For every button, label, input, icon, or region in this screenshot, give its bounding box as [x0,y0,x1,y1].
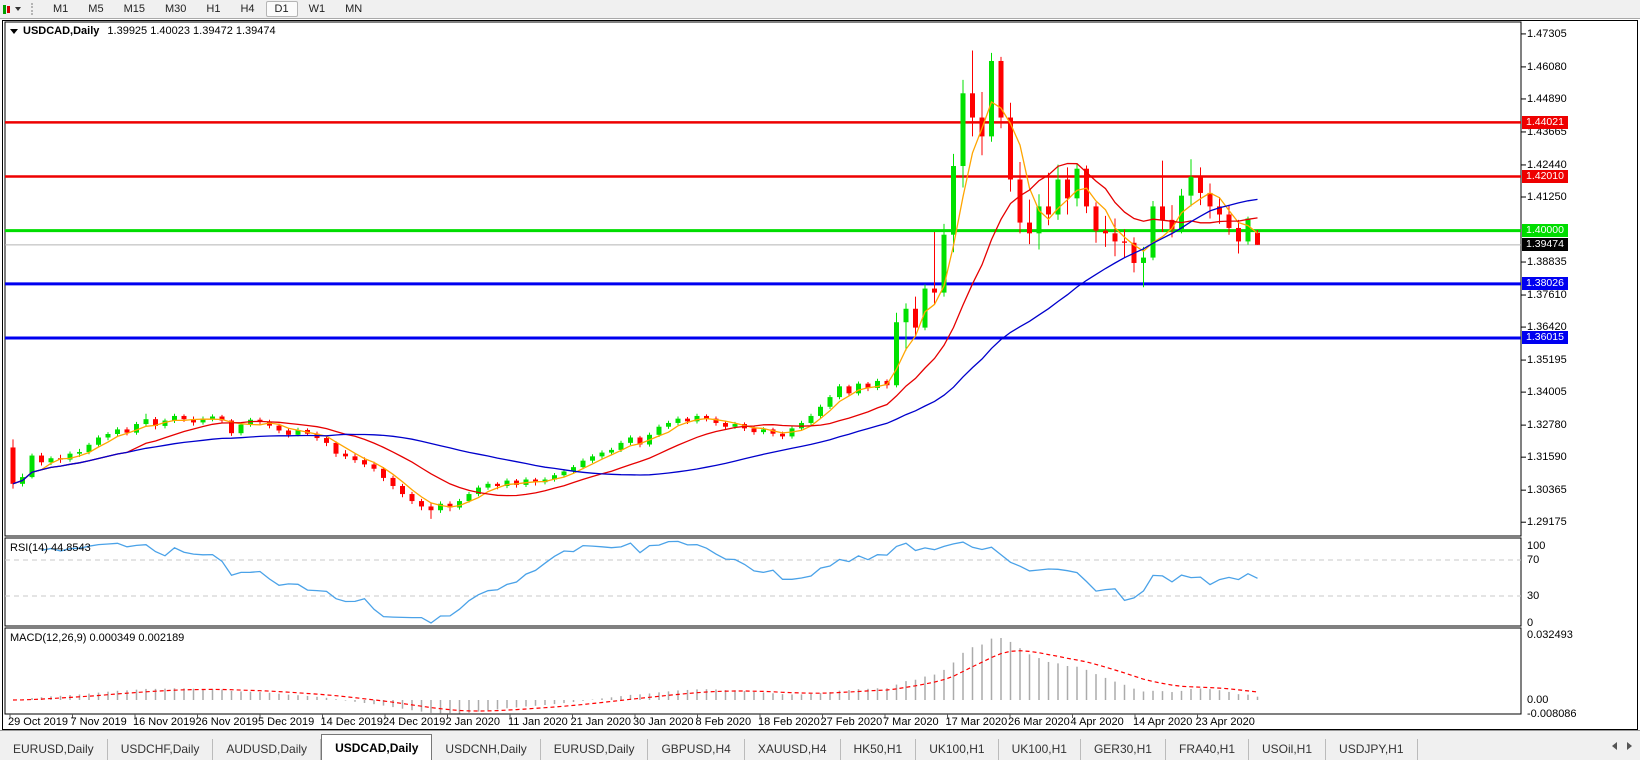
chart-style-icon[interactable] [3,5,21,14]
timeframe-button-m1[interactable]: M1 [44,1,77,17]
chart-tab[interactable]: AUDUSD,Daily [213,739,321,760]
collapse-triangle-icon[interactable] [10,29,18,34]
chart-ohlc-values: 1.39925 1.40023 1.39472 1.39474 [107,25,275,37]
chart-tab[interactable]: XAUUSD,H4 [745,739,841,760]
bear-candle-glyph [7,6,10,13]
timeframe-button-m30[interactable]: M30 [156,1,195,17]
chart-tab[interactable]: USDCNH,Daily [432,739,540,760]
chart-tab[interactable]: USDJPY,H1 [1326,739,1417,760]
tab-scroll-arrows [1612,731,1640,760]
chart-tab[interactable]: HK50,H1 [841,739,917,760]
chart-tab[interactable]: USOil,H1 [1249,739,1326,760]
chart-tab[interactable]: EURUSD,Daily [541,739,649,760]
chart-tab[interactable]: USDCAD,Daily [321,734,432,760]
scroll-left-icon[interactable] [1612,742,1617,750]
terminal-window: M1M5M15M30H1H4D1W1MN USDCAD,Daily 1.3992… [0,0,1640,760]
symbol-tab-bar: EURUSD,DailyUSDCHF,DailyAUDUSD,DailyUSDC… [0,730,1640,760]
macd-label: MACD(12,26,9) 0.000349 0.002189 [10,632,184,644]
chart-tab[interactable]: GBPUSD,H4 [648,739,744,760]
scroll-right-icon[interactable] [1627,742,1632,750]
timeframe-buttons: M1M5M15M30H1H4D1W1MN [43,3,372,16]
chart-tab[interactable]: USDCHF,Daily [108,739,214,760]
timeframe-button-m15[interactable]: M15 [115,1,154,17]
chart-tab[interactable]: UK100,H1 [999,739,1081,760]
chart-title: USDCAD,Daily 1.39925 1.40023 1.39472 1.3… [10,25,276,37]
toolbar-grip[interactable] [31,3,36,15]
timeframe-button-m5[interactable]: M5 [79,1,112,17]
tabs: EURUSD,DailyUSDCHF,DailyAUDUSD,DailyUSDC… [0,734,1418,760]
rsi-label: RSI(14) 44.8543 [10,542,91,554]
chart-tab[interactable]: UK100,H1 [916,739,998,760]
timeframe-button-d1[interactable]: D1 [266,1,298,17]
chart-window: USDCAD,Daily 1.39925 1.40023 1.39472 1.3… [2,20,1638,730]
chart-canvas[interactable] [3,21,1637,729]
chart-tab[interactable]: EURUSD,Daily [0,739,108,760]
timeframe-button-h1[interactable]: H1 [197,1,229,17]
timeframe-button-h4[interactable]: H4 [231,1,263,17]
chart-symbol-label: USDCAD,Daily [23,25,99,37]
chevron-down-icon [15,7,21,11]
timeframe-button-w1[interactable]: W1 [300,1,335,17]
chart-tab[interactable]: FRA40,H1 [1166,739,1249,760]
timeframe-button-mn[interactable]: MN [336,1,371,17]
timeframe-toolbar: M1M5M15M30H1H4D1W1MN [0,0,1640,19]
chart-tab[interactable]: GER30,H1 [1081,739,1166,760]
bull-candle-glyph [3,5,6,14]
